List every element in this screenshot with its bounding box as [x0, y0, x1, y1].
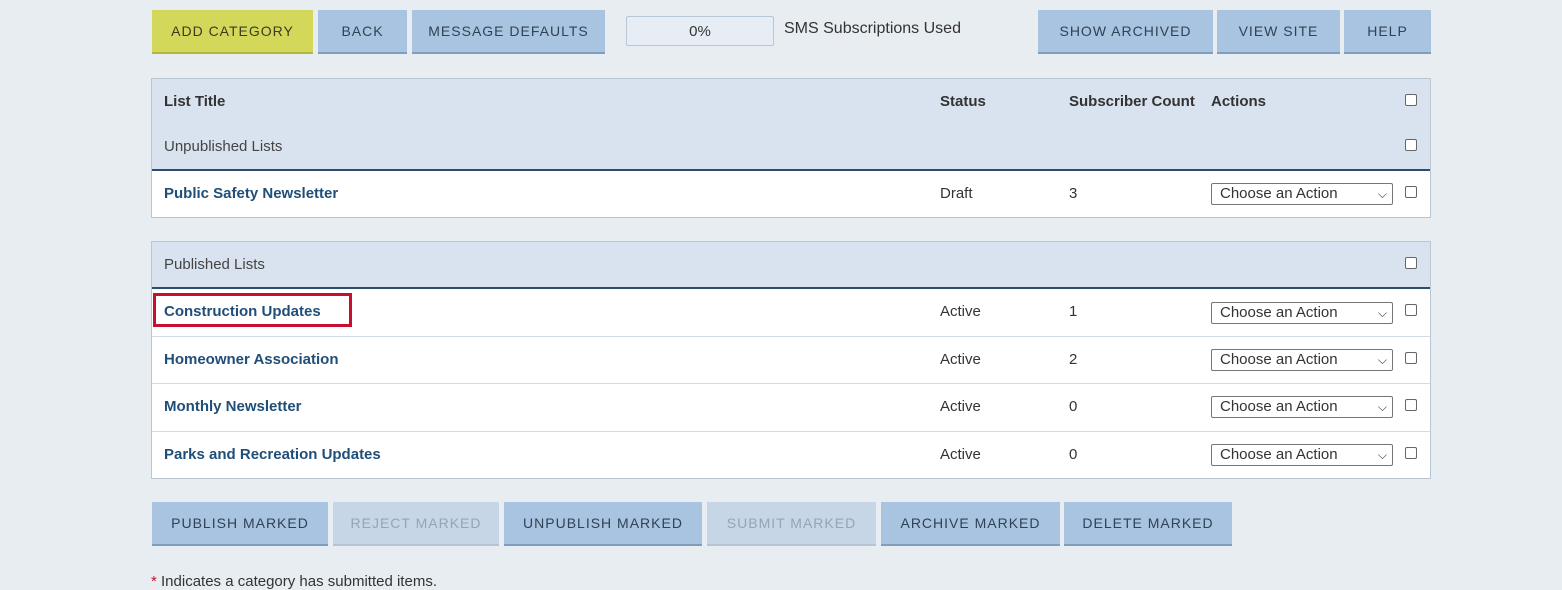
action-select[interactable]: Choose an Action ⌵ [1211, 183, 1393, 205]
row-checkbox[interactable] [1405, 399, 1417, 411]
list-status: Active [940, 351, 981, 368]
chevron-down-icon: ⌵ [1377, 448, 1387, 462]
column-header-actions: Actions [1211, 93, 1267, 110]
group-header [152, 242, 1430, 288]
list-status: Active [940, 398, 981, 415]
column-header-status: Status [940, 93, 986, 110]
row-divider [152, 431, 1430, 432]
highlight-box [153, 293, 352, 327]
chevron-down-icon: ⌵ [1377, 306, 1387, 320]
add-category-button[interactable]: ADD CATEGORY [152, 10, 313, 54]
list-title-link[interactable]: Parks and Recreation Updates [164, 446, 381, 463]
action-select[interactable]: Choose an Action ⌵ [1211, 396, 1393, 418]
submit-marked-button[interactable]: SUBMIT MARKED [707, 502, 876, 546]
column-header-subscriber-count: Subscriber Count [1069, 93, 1195, 110]
sms-usage-progress: 0% [626, 16, 774, 46]
list-title-link[interactable]: Public Safety Newsletter [164, 185, 338, 202]
back-button[interactable]: BACK [318, 10, 407, 54]
divider [152, 287, 1430, 289]
action-select-value: Choose an Action [1220, 398, 1338, 415]
action-select-value: Choose an Action [1220, 446, 1338, 463]
list-title-link[interactable]: Monthly Newsletter [164, 398, 302, 415]
subscriber-count: 2 [1069, 351, 1078, 368]
action-select-value: Choose an Action [1220, 304, 1338, 321]
divider [152, 169, 1430, 171]
unpublished-lists-table: List Title Status Subscriber Count Actio… [151, 78, 1431, 218]
list-status: Active [940, 303, 981, 320]
subscriber-count: 1 [1069, 303, 1078, 320]
row-checkbox[interactable] [1405, 186, 1417, 198]
archive-marked-button[interactable]: ARCHIVE MARKED [881, 502, 1060, 546]
column-header-list-title: List Title [164, 93, 226, 110]
row-divider [152, 336, 1430, 337]
delete-marked-button[interactable]: DELETE MARKED [1064, 502, 1232, 546]
footnote: * Indicates a category has submitted ite… [151, 573, 437, 590]
action-select[interactable]: Choose an Action ⌵ [1211, 444, 1393, 466]
unpublish-marked-button[interactable]: UNPUBLISH MARKED [504, 502, 702, 546]
published-group-checkbox[interactable] [1405, 257, 1417, 269]
row-checkbox[interactable] [1405, 352, 1417, 364]
row-checkbox[interactable] [1405, 447, 1417, 459]
chevron-down-icon: ⌵ [1377, 353, 1387, 367]
show-archived-button[interactable]: SHOW ARCHIVED [1038, 10, 1213, 54]
published-group-label: Published Lists [164, 256, 265, 273]
subscriber-count: 0 [1069, 446, 1078, 463]
unpublished-group-checkbox[interactable] [1405, 139, 1417, 151]
row-divider [152, 383, 1430, 384]
message-defaults-button[interactable]: MESSAGE DEFAULTS [412, 10, 605, 54]
publish-marked-button[interactable]: PUBLISH MARKED [152, 502, 328, 546]
subscriber-count: 3 [1069, 185, 1078, 202]
action-select[interactable]: Choose an Action ⌵ [1211, 349, 1393, 371]
unpublished-group-label: Unpublished Lists [164, 138, 283, 155]
list-status: Active [940, 446, 981, 463]
footnote-text: Indicates a category has submitted items… [156, 573, 437, 590]
row-checkbox[interactable] [1405, 304, 1417, 316]
sms-usage-label: SMS Subscriptions Used [784, 20, 961, 37]
help-button[interactable]: HELP [1344, 10, 1431, 54]
published-lists-table: Published Lists Construction Updates Act… [151, 241, 1431, 479]
chevron-down-icon: ⌵ [1377, 400, 1387, 414]
view-site-button[interactable]: VIEW SITE [1217, 10, 1340, 54]
select-all-checkbox[interactable] [1405, 94, 1417, 106]
reject-marked-button[interactable]: REJECT MARKED [333, 502, 499, 546]
list-title-link[interactable]: Homeowner Association [164, 351, 338, 368]
list-status: Draft [940, 185, 973, 202]
action-select-value: Choose an Action [1220, 351, 1338, 368]
action-select-value: Choose an Action [1220, 185, 1338, 202]
action-select[interactable]: Choose an Action ⌵ [1211, 302, 1393, 324]
subscriber-count: 0 [1069, 398, 1078, 415]
chevron-down-icon: ⌵ [1377, 187, 1387, 201]
